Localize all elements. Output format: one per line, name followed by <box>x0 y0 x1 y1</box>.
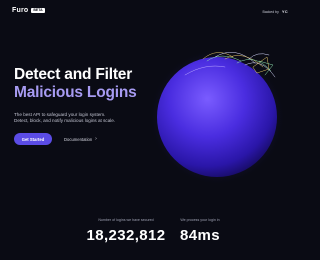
headline-line-1: Detect and Filter <box>14 66 133 83</box>
hero-section: Detect and Filter Malicious Logins The b… <box>14 66 174 125</box>
headline-line-2: Malicious Logins <box>14 84 137 101</box>
documentation-label: Documentation <box>64 136 93 142</box>
landing-page: Furo BETA Backed by YC Detect and Filter… <box>0 0 300 260</box>
get-started-button[interactable]: Get Started <box>14 133 52 145</box>
brand-logo[interactable]: Furo BETA <box>12 7 45 14</box>
hero-headline: Detect and Filter Malicious Logins <box>14 66 174 102</box>
backer-name: YC <box>281 9 288 14</box>
stat-processing-label: We process your login in <box>180 218 220 222</box>
backed-by-label: Backed by <box>262 9 279 14</box>
logo-text: Furo <box>12 7 29 14</box>
subtitle-line-2: Detect, block, and notify malicious logi… <box>14 118 116 124</box>
stat-processing-value: 84ms <box>180 227 220 244</box>
top-nav: Furo BETA Backed by YC <box>0 0 300 22</box>
stat-processing-time: We process your login in 84ms <box>178 218 222 244</box>
chevron-right-icon: › <box>95 136 97 142</box>
stat-logins-label: Number of logins we have secured <box>98 218 154 222</box>
stats-section: Number of logins we have secured 18,232,… <box>0 218 300 248</box>
documentation-link[interactable]: Documentation › <box>64 136 97 142</box>
stat-logins-value: 18,232,812 <box>86 227 166 244</box>
hero-actions: Get Started Documentation › <box>14 133 97 145</box>
backed-by: Backed by YC <box>262 9 288 14</box>
beta-badge: BETA <box>31 7 45 14</box>
stat-logins-secured: Number of logins we have secured 18,232,… <box>80 218 172 244</box>
hero-subtitle: The best API to safeguard your login sys… <box>14 112 144 125</box>
